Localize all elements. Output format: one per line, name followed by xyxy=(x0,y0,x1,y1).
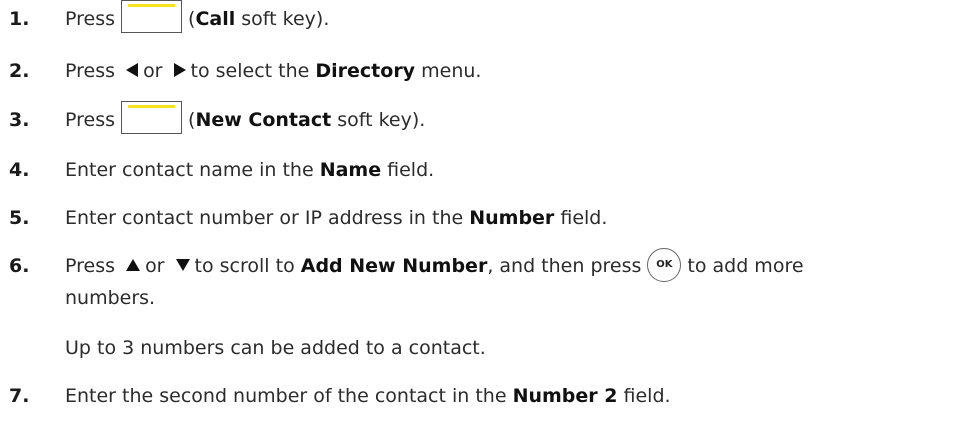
step-text: Press (New Contact soft key). xyxy=(65,101,425,135)
step-text: numbers. xyxy=(65,287,156,309)
down-arrow-icon xyxy=(175,258,190,271)
step-number: 2. xyxy=(9,60,30,82)
step-text: Press or to select the Directory menu. xyxy=(65,60,482,82)
step-number: 1. xyxy=(9,8,30,30)
step-number: 6. xyxy=(9,255,30,277)
softkey-icon xyxy=(121,101,183,134)
right-arrow-icon xyxy=(173,62,186,77)
note-text: Up to 3 numbers can be added to a contac… xyxy=(65,337,486,359)
up-arrow-icon xyxy=(126,258,141,271)
step-text: Enter contact name in the Name field. xyxy=(65,159,435,181)
left-arrow-icon xyxy=(126,62,139,77)
step-text: Press (Call soft key). xyxy=(65,0,329,34)
step-number: 5. xyxy=(9,207,30,229)
softkey-icon xyxy=(121,0,183,33)
step-text: Enter contact number or IP address in th… xyxy=(65,207,608,229)
step-text: Enter the second number of the contact i… xyxy=(65,385,671,407)
step-number: 3. xyxy=(9,109,30,131)
step-number: 7. xyxy=(9,385,30,407)
step-number: 4. xyxy=(9,159,30,181)
step-text: Press or to scroll to Add New Number, an… xyxy=(65,247,804,282)
ok-key-icon: OK xyxy=(647,247,682,282)
